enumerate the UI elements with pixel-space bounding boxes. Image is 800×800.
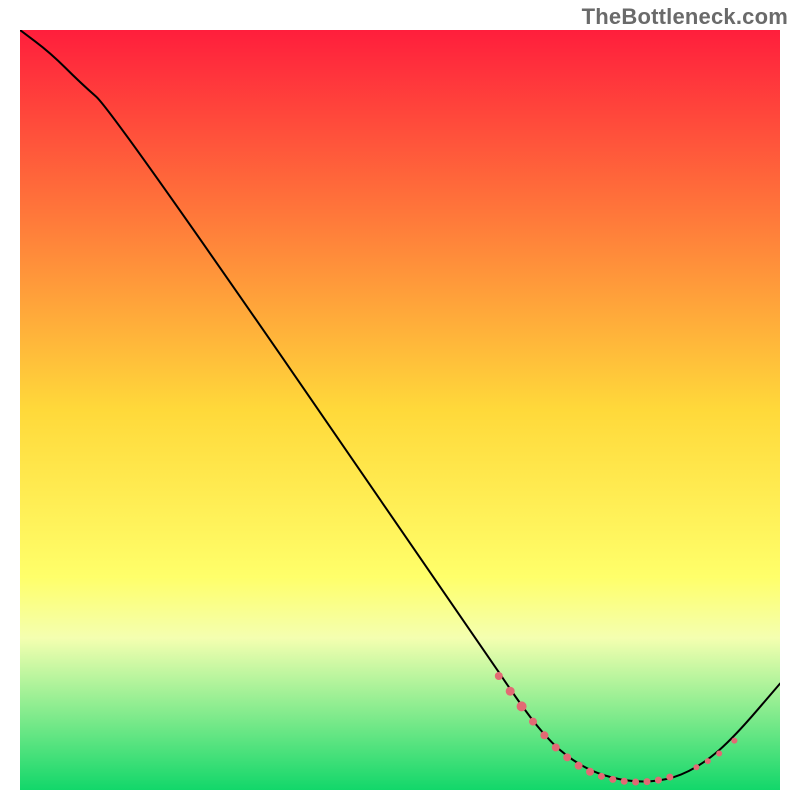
chart-marker <box>552 743 560 751</box>
chart-marker <box>609 776 616 783</box>
chart-marker <box>705 758 711 764</box>
chart-marker <box>731 738 737 744</box>
chart-marker <box>517 701 527 711</box>
chart-background-gradient <box>20 30 780 790</box>
chart-svg <box>20 30 780 790</box>
chart-marker <box>666 774 673 781</box>
chart-marker <box>716 751 722 757</box>
chart-marker <box>575 762 583 770</box>
chart-frame: TheBottleneck.com <box>0 0 800 800</box>
chart-marker <box>563 753 571 761</box>
chart-marker <box>540 731 548 739</box>
chart-marker <box>598 773 605 780</box>
chart-marker <box>495 672 503 680</box>
chart-plot-area <box>20 30 780 790</box>
chart-marker <box>655 777 662 784</box>
chart-marker <box>632 779 639 786</box>
chart-marker <box>586 768 594 776</box>
chart-marker <box>529 718 537 726</box>
chart-marker <box>621 778 628 785</box>
chart-marker <box>506 687 515 696</box>
chart-marker <box>644 778 651 785</box>
chart-marker <box>693 764 699 770</box>
attribution-text: TheBottleneck.com <box>582 4 788 30</box>
